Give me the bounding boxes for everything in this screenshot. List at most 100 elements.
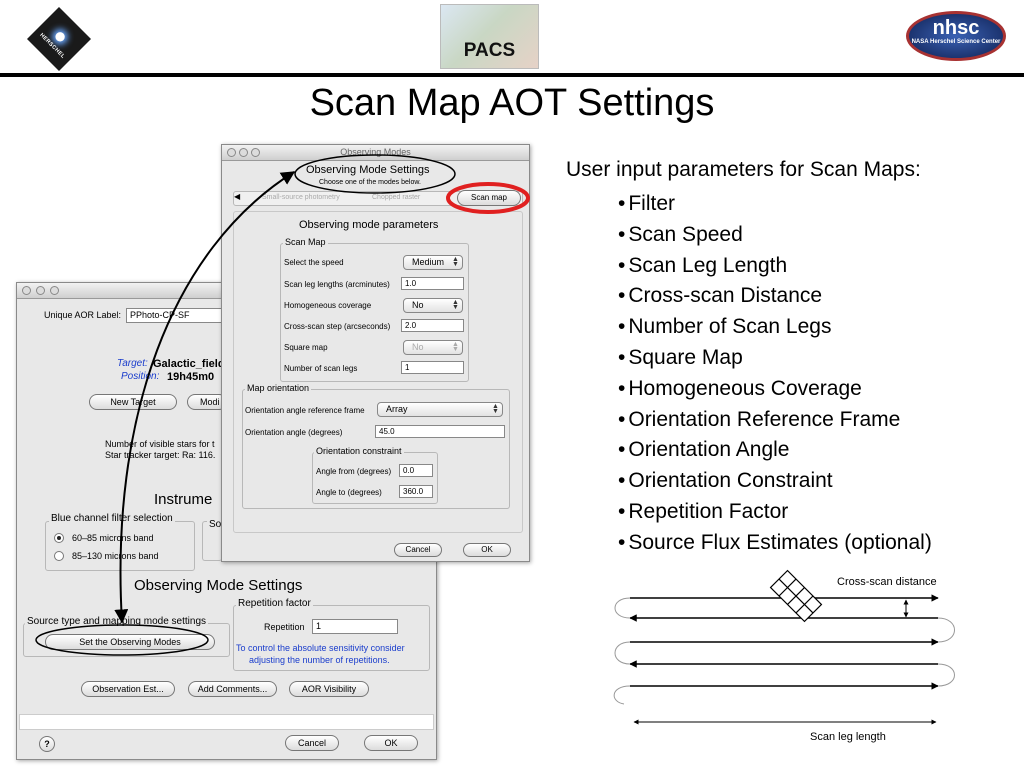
square-map-select[interactable]: No ▲ ▼: [403, 340, 463, 355]
obs-mode-heading: Observing Mode Settings: [134, 577, 303, 594]
homogeneous-coverage-value: No: [412, 300, 424, 310]
nhsc-logo-subtext: NASA Herschel Science Center: [911, 39, 1001, 45]
homogeneous-coverage-label: Homogeneous coverage: [284, 301, 372, 310]
aor-label: Unique AOR Label:: [44, 310, 122, 320]
front-ok-button[interactable]: OK: [463, 543, 511, 557]
cross-scan-step-label: Cross-scan step (arcseconds): [284, 322, 391, 331]
position-label: Position:: [121, 371, 160, 382]
updown-arrows-icon: ▲ ▼: [452, 341, 459, 353]
minimize-icon[interactable]: [36, 286, 45, 295]
list-item: Filter: [618, 189, 932, 220]
scan-legs: [629, 594, 939, 690]
list-item: Repetition Factor: [618, 497, 932, 528]
detector-array: [769, 569, 823, 623]
help-button[interactable]: ?: [39, 736, 55, 752]
repetition-note-2: adjusting the number of repetitions.: [249, 655, 390, 665]
obs-mode-settings-title: Observing Mode Settings: [306, 164, 430, 176]
aor-visibility-button[interactable]: AOR Visibility: [289, 681, 369, 697]
speed-select-value: Medium: [412, 257, 445, 267]
star-icon: [53, 30, 67, 44]
turnaround-arcs: [613, 597, 955, 705]
number-scan-legs-label: Number of scan legs: [284, 364, 358, 373]
updown-arrows-icon: ▲ ▼: [452, 256, 459, 268]
target-value: Galactic_field: [153, 358, 225, 370]
status-bar: [19, 714, 434, 730]
angle-to-label: Angle to (degrees): [316, 488, 382, 497]
observing-modes-window: Observing Modes Observing Mode Settings …: [221, 144, 530, 562]
add-comments-button[interactable]: Add Comments...: [188, 681, 277, 697]
scan-pattern-diagram: Cross-scan distance Scan leg length: [613, 569, 955, 743]
blue-filter-group: [45, 521, 195, 571]
back-ok-button[interactable]: OK: [364, 735, 418, 751]
blue-filter-group-title: Blue channel filter selection: [49, 513, 175, 524]
slide-title: Scan Map AOT Settings: [309, 82, 715, 124]
tab-small-source-photometry[interactable]: Small-source photometry: [262, 194, 340, 201]
repetition-note-1: To control the absolute sensitivity cons…: [236, 643, 405, 653]
window-titlebar[interactable]: Observing Modes: [222, 145, 529, 161]
orientation-angle-input[interactable]: 45.0: [375, 425, 505, 438]
cross-scan-label: Cross-scan distance: [837, 576, 937, 588]
list-item: Square Map: [618, 343, 932, 374]
list-item: Homogeneous Coverage: [618, 374, 932, 405]
orientation-angle-label: Orientation angle (degrees): [245, 428, 343, 437]
ref-frame-select[interactable]: Array ▲ ▼: [377, 402, 503, 417]
angle-from-label: Angle from (degrees): [316, 467, 392, 476]
tab-scroll-left-icon[interactable]: ◀: [234, 192, 240, 201]
angle-to-input[interactable]: 360.0: [399, 485, 433, 498]
params-heading: Observing mode parameters: [299, 219, 439, 231]
close-icon[interactable]: [22, 286, 31, 295]
nhsc-logo: nhsc NASA Herschel Science Center: [906, 11, 1006, 61]
orientation-constraint-group-title: Orientation constraint: [314, 446, 404, 456]
repetition-input[interactable]: 1: [312, 619, 398, 634]
scan-leg-length-label: Scan leg lengths (arcminutes): [284, 280, 390, 289]
observation-est-button[interactable]: Observation Est...: [81, 681, 175, 697]
new-target-button[interactable]: New Target: [89, 394, 177, 410]
number-scan-legs-input[interactable]: 1: [401, 361, 464, 374]
square-map-label: Square map: [284, 343, 328, 352]
band-option-60-85: 60–85 microns band: [72, 533, 154, 543]
list-item: Scan Speed: [618, 220, 932, 251]
instrument-heading: Instrume: [154, 491, 213, 508]
angle-from-input[interactable]: 0.0: [399, 464, 433, 477]
header-rule: [0, 73, 1024, 77]
set-observing-modes-button[interactable]: Set the Observing Modes: [45, 634, 215, 650]
nhsc-logo-text: nhsc: [932, 17, 980, 39]
pacs-logo-text: PACS: [463, 40, 516, 61]
cross-scan-step-input[interactable]: 2.0: [401, 319, 464, 332]
ref-frame-value: Array: [386, 404, 408, 414]
ref-frame-label: Orientation angle reference frame: [245, 406, 365, 415]
tab-chopped-raster[interactable]: Chopped raster: [372, 194, 420, 201]
speed-label: Select the speed: [284, 258, 344, 267]
list-item: Source Flux Estimates (optional): [618, 528, 931, 559]
repetition-group-title: Repetition factor: [236, 598, 313, 609]
scan-leg-length-input[interactable]: 1.0: [401, 277, 464, 290]
square-map-value: No: [412, 342, 424, 352]
updown-arrows-icon: ▲ ▼: [492, 403, 499, 415]
parameter-list: Filter Scan Speed Scan Leg Length Cross-…: [618, 189, 932, 559]
target-label: Target:: [117, 358, 148, 369]
list-item: Number of Scan Legs: [618, 312, 932, 343]
homogeneous-coverage-select[interactable]: No ▲ ▼: [403, 298, 463, 313]
front-cancel-button[interactable]: Cancel: [394, 543, 442, 557]
repetition-label: Repetition: [264, 622, 305, 632]
list-item: Orientation Reference Frame: [618, 405, 932, 436]
back-cancel-button[interactable]: Cancel: [285, 735, 339, 751]
zoom-icon[interactable]: [50, 286, 59, 295]
band-radio-85-130[interactable]: [54, 551, 64, 561]
pacs-logo: PACS: [440, 4, 539, 69]
window-title: Observing Modes: [340, 147, 411, 157]
herschel-logo: HERSCHEL: [27, 7, 91, 71]
position-value: 19h45m0: [167, 371, 215, 383]
list-item: Scan Leg Length: [618, 251, 932, 282]
visible-stars-text: Number of visible stars for t: [105, 439, 215, 449]
scan-leg-label: Scan leg length: [810, 731, 886, 743]
tab-scan-map[interactable]: Scan map: [457, 190, 521, 206]
updown-arrows-icon: ▲ ▼: [452, 299, 459, 311]
aor-label-input[interactable]: PPhoto-CP-SF: [126, 308, 226, 323]
star-tracker-text: Star tracker target: Ra: 116.: [105, 450, 216, 460]
speed-select[interactable]: Medium ▲ ▼: [403, 255, 463, 270]
band-option-85-130: 85–130 microns band: [72, 551, 159, 561]
map-orientation-group-title: Map orientation: [245, 383, 312, 393]
params-heading-text: User input parameters for Scan Maps:: [566, 158, 921, 181]
band-radio-60-85[interactable]: [54, 533, 64, 543]
